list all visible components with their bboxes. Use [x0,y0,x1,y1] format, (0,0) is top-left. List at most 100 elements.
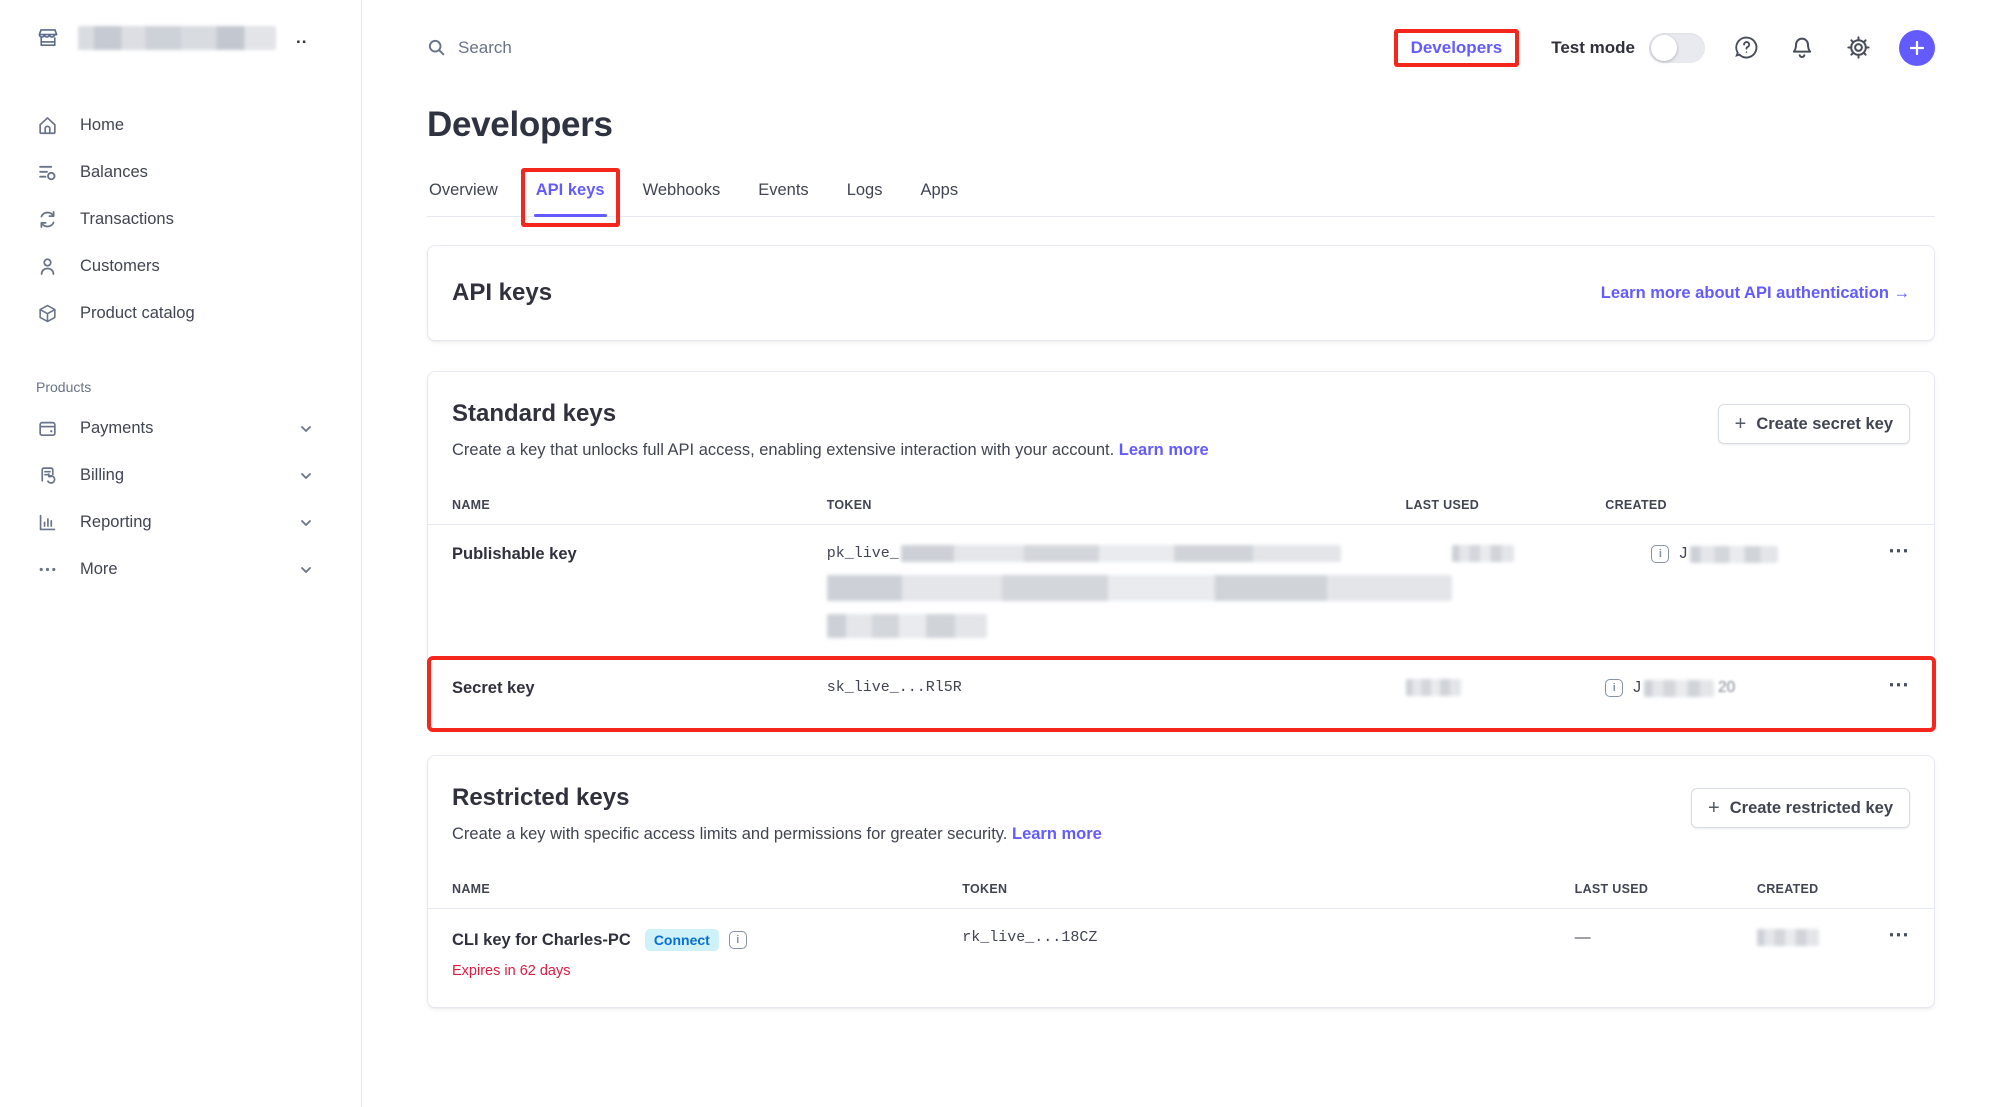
key-name-cell: CLI key for Charles-PC Connect i Expires… [452,929,962,979]
search-input[interactable]: Search [427,38,512,58]
transactions-icon [36,209,58,231]
token-redacted [827,614,987,638]
topbar: Search Developers Test mode [362,0,2000,95]
tab-overview[interactable]: Overview [427,175,500,216]
chevron-down-icon [299,563,313,577]
standard-keys-description: Create a key that unlocks full API acces… [452,441,1114,459]
test-mode-toggle[interactable] [1649,33,1705,63]
table-row-cli-key: CLI key for Charles-PC Connect i Expires… [428,909,1934,1007]
row-overflow-menu[interactable]: ⋯ [1854,679,1910,692]
billing-icon [36,465,58,487]
sidebar-item-payments[interactable]: Payments [36,405,361,452]
key-token[interactable]: pk_live_ [827,545,1452,638]
add-plus-button[interactable] [1899,30,1935,66]
sidebar-item-label: Transactions [80,210,174,229]
created-redacted [1757,929,1819,946]
restricted-keys-header: Restricted keys Create a key with specif… [428,756,1934,858]
sidebar-item-customers[interactable]: Customers [36,243,361,290]
plus-icon: + [1735,414,1747,434]
restricted-keys-card: Restricted keys Create a key with specif… [427,755,1935,1008]
storefront-icon [36,26,60,50]
key-last-used [1452,545,1652,563]
tab-webhooks[interactable]: Webhooks [641,175,723,216]
sidebar-item-home[interactable]: Home [36,102,361,149]
create-restricted-key-label: Create restricted key [1730,799,1893,818]
chevron-down-icon [299,516,313,530]
restricted-keys-table-header: NAME TOKEN LAST USED CREATED [428,858,1934,909]
help-icon[interactable] [1731,33,1761,63]
create-secret-key-label: Create secret key [1756,415,1893,434]
search-label: Search [458,38,512,58]
standard-keys-card: Standard keys Create a key that unlocks … [427,371,1935,729]
settings-gear-icon[interactable] [1843,33,1873,63]
sidebar-item-billing[interactable]: Billing [36,452,361,499]
created-redacted [1690,546,1778,563]
tab-logs[interactable]: Logs [845,175,885,216]
api-keys-card-title: API keys [452,279,552,307]
account-switcher[interactable]: .. [36,26,361,50]
balances-icon [36,162,58,184]
tab-apps[interactable]: Apps [918,175,960,216]
table-row-secret-key: Secret key sk_live_...Rl5R i J 20 ⋯ [428,658,1934,728]
col-last-used: LAST USED [1575,882,1757,896]
create-secret-key-button[interactable]: + Create secret key [1718,404,1910,444]
tab-api-keys-label: API keys [536,181,605,199]
tab-api-keys[interactable]: API keys [534,175,607,216]
row-overflow-menu[interactable]: ⋯ [1854,929,1910,942]
sidebar-nav: Home Balances Transactio [36,102,361,593]
sidebar-item-label: Balances [80,163,148,182]
notifications-bell-icon[interactable] [1787,33,1817,63]
sidebar-item-product-catalog[interactable]: Product catalog [36,290,361,337]
col-name: NAME [452,498,827,512]
tab-bar: Overview API keys Webhooks Events Logs A… [427,175,1935,217]
standard-keys-table-header: NAME TOKEN LAST USED CREATED [428,474,1934,525]
col-created: CREATED [1757,882,1854,896]
restricted-keys-description: Create a key with specific access limits… [452,825,1007,843]
restricted-keys-title: Restricted keys [452,784,1102,812]
topbar-right: Developers Test mode [1394,29,1935,67]
info-icon: i [1605,679,1623,697]
standard-keys-title: Standard keys [452,400,1209,428]
row-overflow-menu[interactable]: ⋯ [1854,545,1910,558]
token-redacted [901,545,1341,562]
learn-more-api-auth-link[interactable]: Learn more about API authentication → [1601,284,1910,303]
info-icon: i [1651,545,1669,563]
key-last-used: — [1575,929,1757,947]
key-created: i J 20 [1605,679,1854,697]
page-title: Developers [427,105,1935,145]
chevron-down-icon [299,469,313,483]
sidebar-item-label: Home [80,116,124,135]
sidebar-item-label: Product catalog [80,304,195,323]
app-root: .. Home Balances [0,0,2000,1107]
plus-icon: + [1708,798,1720,818]
sidebar-item-label: Customers [80,257,160,276]
sidebar: .. Home Balances [0,0,362,1107]
sidebar-item-label: Billing [80,466,124,485]
last-used-redacted [1406,679,1461,696]
create-restricted-key-button[interactable]: + Create restricted key [1691,788,1910,828]
account-name-ellipsis: .. [296,28,307,48]
developers-link[interactable]: Developers [1411,38,1503,57]
connect-badge: Connect [645,929,719,951]
more-icon [36,559,58,581]
sidebar-item-balances[interactable]: Balances [36,149,361,196]
active-tab-underline [534,214,607,217]
home-icon [36,115,58,137]
sidebar-item-more[interactable]: More [36,546,361,593]
tab-events[interactable]: Events [756,175,810,216]
sidebar-item-transactions[interactable]: Transactions [36,196,361,243]
main-area: Search Developers Test mode [362,0,2000,1107]
standard-keys-learn-more-link[interactable]: Learn more [1119,441,1209,459]
created-fragment-2: 20 [1718,679,1735,697]
sidebar-item-label: Reporting [80,513,152,532]
key-token[interactable]: sk_live_...Rl5R [827,679,1406,696]
info-icon: i [729,931,747,949]
key-token[interactable]: rk_live_...18CZ [962,929,1574,946]
col-actions [1854,498,1910,512]
token-redacted [827,575,1452,601]
api-keys-card: API keys Learn more about API authentica… [427,245,1935,341]
key-created: i J [1651,545,1854,563]
sidebar-item-reporting[interactable]: Reporting [36,499,361,546]
key-last-used [1406,679,1606,697]
restricted-keys-learn-more-link[interactable]: Learn more [1012,825,1102,843]
